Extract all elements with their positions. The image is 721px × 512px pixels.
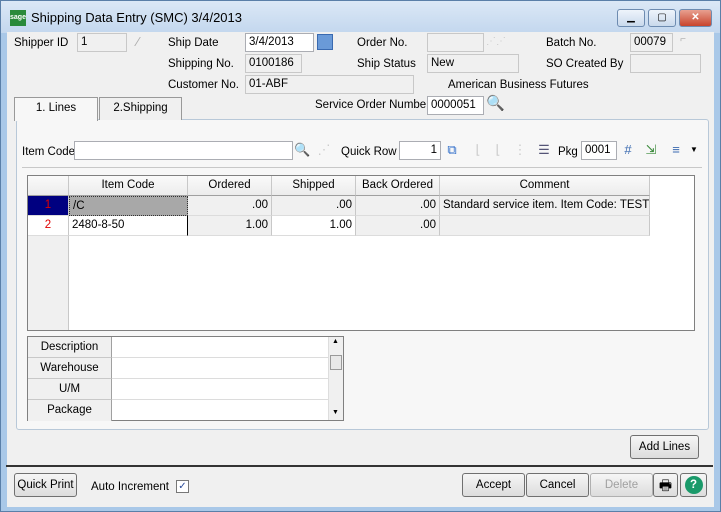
- minimize-button[interactable]: ▁: [617, 9, 645, 27]
- item-code-cell[interactable]: /C: [69, 196, 188, 216]
- print-button[interactable]: 🖶: [653, 473, 678, 497]
- search-icon[interactable]: 🔍: [294, 142, 310, 158]
- shipper-id-field[interactable]: 1: [77, 33, 127, 52]
- package-value[interactable]: [112, 400, 328, 421]
- edit-icon[interactable]: ⁄: [130, 34, 146, 50]
- shipped-cell[interactable]: 1.00: [272, 216, 356, 236]
- line-details-grid: Description Warehouse U/M Package ▲ ▼: [27, 336, 344, 421]
- shipping-no-label: Shipping No.: [168, 58, 234, 70]
- so-created-by-label: SO Created By: [546, 58, 624, 70]
- service-order-label: Service Order Number: [315, 99, 431, 111]
- um-value[interactable]: [112, 379, 328, 400]
- ordered-cell[interactable]: 1.00: [188, 216, 272, 236]
- service-order-field[interactable]: 0000051: [427, 96, 484, 115]
- tab-label: 2.Shipping: [113, 102, 168, 114]
- help-icon: ?: [684, 476, 703, 494]
- warehouse-value[interactable]: [112, 358, 328, 379]
- lookup-icon[interactable]: ⋰⋰: [486, 34, 506, 50]
- move-row-icon[interactable]: ⋮: [512, 142, 528, 158]
- shipped-cell[interactable]: .00: [272, 196, 356, 216]
- shipper-id-label: Shipper ID: [14, 37, 69, 49]
- scrollbar[interactable]: ▲ ▼: [328, 337, 343, 420]
- tab-label: 1. Lines: [35, 102, 77, 114]
- close-button[interactable]: ✕: [679, 9, 712, 27]
- pkg-input[interactable]: 0001: [581, 141, 617, 160]
- calendar-icon[interactable]: [317, 34, 333, 50]
- um-label: U/M: [28, 379, 112, 400]
- title-bar: sage Shipping Data Entry (SMC) 3/4/2013 …: [1, 1, 720, 33]
- auto-increment-label: Auto Increment: [91, 481, 169, 493]
- quick-print-button[interactable]: Quick Print: [14, 473, 77, 497]
- grid-header-ordered[interactable]: Ordered: [188, 176, 272, 196]
- comment-cell[interactable]: Standard service item. Item Code: TEST1.…: [440, 196, 650, 216]
- package-label: Package: [28, 400, 112, 421]
- printer-icon: 🖶: [658, 477, 673, 493]
- order-no-field[interactable]: [427, 33, 484, 52]
- sage-logo: sage: [10, 10, 26, 26]
- customer-no-label: Customer No.: [168, 79, 239, 91]
- quick-row-label: Quick Row: [341, 146, 397, 158]
- batch-no-label: Batch No.: [546, 37, 597, 49]
- row-header-column: [28, 236, 69, 330]
- so-created-by-field: [630, 54, 701, 73]
- customer-name: American Business Futures: [448, 79, 589, 91]
- ship-status-field: New: [427, 54, 519, 73]
- cancel-button[interactable]: Cancel: [526, 473, 589, 497]
- item-code-label: Item Code: [22, 146, 76, 158]
- ordered-cell[interactable]: .00: [188, 196, 272, 216]
- shipping-no-field: 0100186: [245, 54, 302, 73]
- help-button[interactable]: ?: [680, 473, 707, 497]
- insert-row-icon[interactable]: ⌊: [470, 142, 486, 158]
- pkg-label: Pkg: [558, 146, 578, 158]
- search-icon[interactable]: 🔍: [486, 96, 505, 112]
- batch-no-field[interactable]: 00079: [630, 33, 673, 52]
- row-number[interactable]: 2: [28, 216, 69, 236]
- item-code-cell[interactable]: 2480-8-50: [69, 216, 188, 236]
- lines-grid: Item Code Ordered Shipped Back Ordered C…: [27, 175, 695, 331]
- accept-button[interactable]: Accept: [462, 473, 525, 497]
- distribute-icon[interactable]: ⇲: [643, 142, 659, 158]
- maximize-button[interactable]: ▢: [648, 9, 676, 27]
- dropdown-arrow-icon[interactable]: ▼: [686, 142, 702, 158]
- customize-icon[interactable]: ≡: [668, 142, 684, 158]
- scroll-up-icon[interactable]: ▲: [332, 338, 339, 345]
- ship-date-label: Ship Date: [168, 37, 219, 49]
- order-no-label: Order No.: [357, 37, 408, 49]
- add-lines-button[interactable]: Add Lines: [630, 435, 699, 459]
- window-title: Shipping Data Entry (SMC) 3/4/2013: [31, 10, 242, 25]
- list-icon[interactable]: ☰: [536, 142, 552, 158]
- grid-header-comment[interactable]: Comment: [440, 176, 650, 196]
- customer-no-field: 01-ABF: [245, 75, 414, 94]
- quick-row-input[interactable]: 1: [399, 141, 441, 160]
- lookup-icon[interactable]: ⋰: [316, 142, 332, 158]
- ship-status-label: Ship Status: [357, 58, 416, 70]
- package-number-icon[interactable]: #: [620, 142, 636, 158]
- description-value[interactable]: [112, 337, 328, 358]
- comment-cell[interactable]: [440, 216, 650, 236]
- grid-header-shipped[interactable]: Shipped: [272, 176, 356, 196]
- delete-row-icon[interactable]: ⌊: [490, 142, 506, 158]
- tab-lines[interactable]: 1. Lines: [14, 97, 98, 121]
- grid-header-back-ordered[interactable]: Back Ordered: [356, 176, 440, 196]
- divider: [6, 465, 713, 467]
- batch-icon[interactable]: ⌐: [675, 32, 691, 48]
- grid-header-rownum: [28, 176, 69, 196]
- divider: [22, 167, 702, 168]
- scroll-down-icon[interactable]: ▼: [332, 409, 339, 416]
- row-number[interactable]: 1: [28, 196, 69, 216]
- tab-shipping[interactable]: 2.Shipping: [99, 97, 182, 120]
- go-to-row-icon[interactable]: ⧉: [444, 142, 460, 158]
- auto-increment-checkbox[interactable]: ✓: [176, 480, 189, 493]
- back-ordered-cell: .00: [356, 216, 440, 236]
- description-label: Description: [28, 337, 112, 358]
- scroll-thumb[interactable]: [330, 355, 342, 370]
- item-code-input[interactable]: [74, 141, 293, 160]
- back-ordered-cell: .00: [356, 196, 440, 216]
- ship-date-field[interactable]: 3/4/2013: [245, 33, 314, 52]
- delete-button[interactable]: Delete: [590, 473, 653, 497]
- warehouse-label: Warehouse: [28, 358, 112, 379]
- grid-header-item-code[interactable]: Item Code: [69, 176, 188, 196]
